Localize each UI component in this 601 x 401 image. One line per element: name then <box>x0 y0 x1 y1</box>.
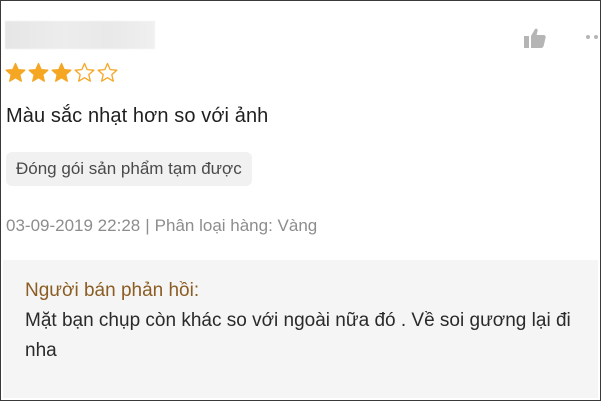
username-redacted <box>5 21 155 49</box>
star-icon <box>74 62 95 83</box>
review-text: Màu sắc nhạt hơn so với ảnh <box>6 105 269 127</box>
review-meta: 03-09-2019 22:28 | Phân loại hàng: Vàng <box>6 216 317 236</box>
more-vertical-icon[interactable] <box>584 27 600 47</box>
star-rating <box>5 62 118 83</box>
review-date: 03-09-2019 22:28 <box>6 216 141 235</box>
seller-response-box: Người bán phản hồi: Mặt bạn chụp còn khá… <box>3 260 598 398</box>
star-icon <box>5 62 26 83</box>
seller-response-text: Mặt bạn chụp còn khác so với ngoài nữa đ… <box>25 310 571 361</box>
review-tag: Đóng gói sản phẩm tạm được <box>6 152 252 186</box>
star-icon <box>28 62 49 83</box>
thumbs-up-icon[interactable] <box>523 27 547 49</box>
seller-response-title: Người bán phản hồi: <box>25 280 200 301</box>
star-icon <box>97 62 118 83</box>
meta-separator: | <box>145 216 150 235</box>
review-card: Màu sắc nhạt hơn so với ảnh Đóng gói sản… <box>0 0 601 401</box>
star-icon <box>51 62 72 83</box>
review-variation: Phân loại hàng: Vàng <box>154 216 318 235</box>
